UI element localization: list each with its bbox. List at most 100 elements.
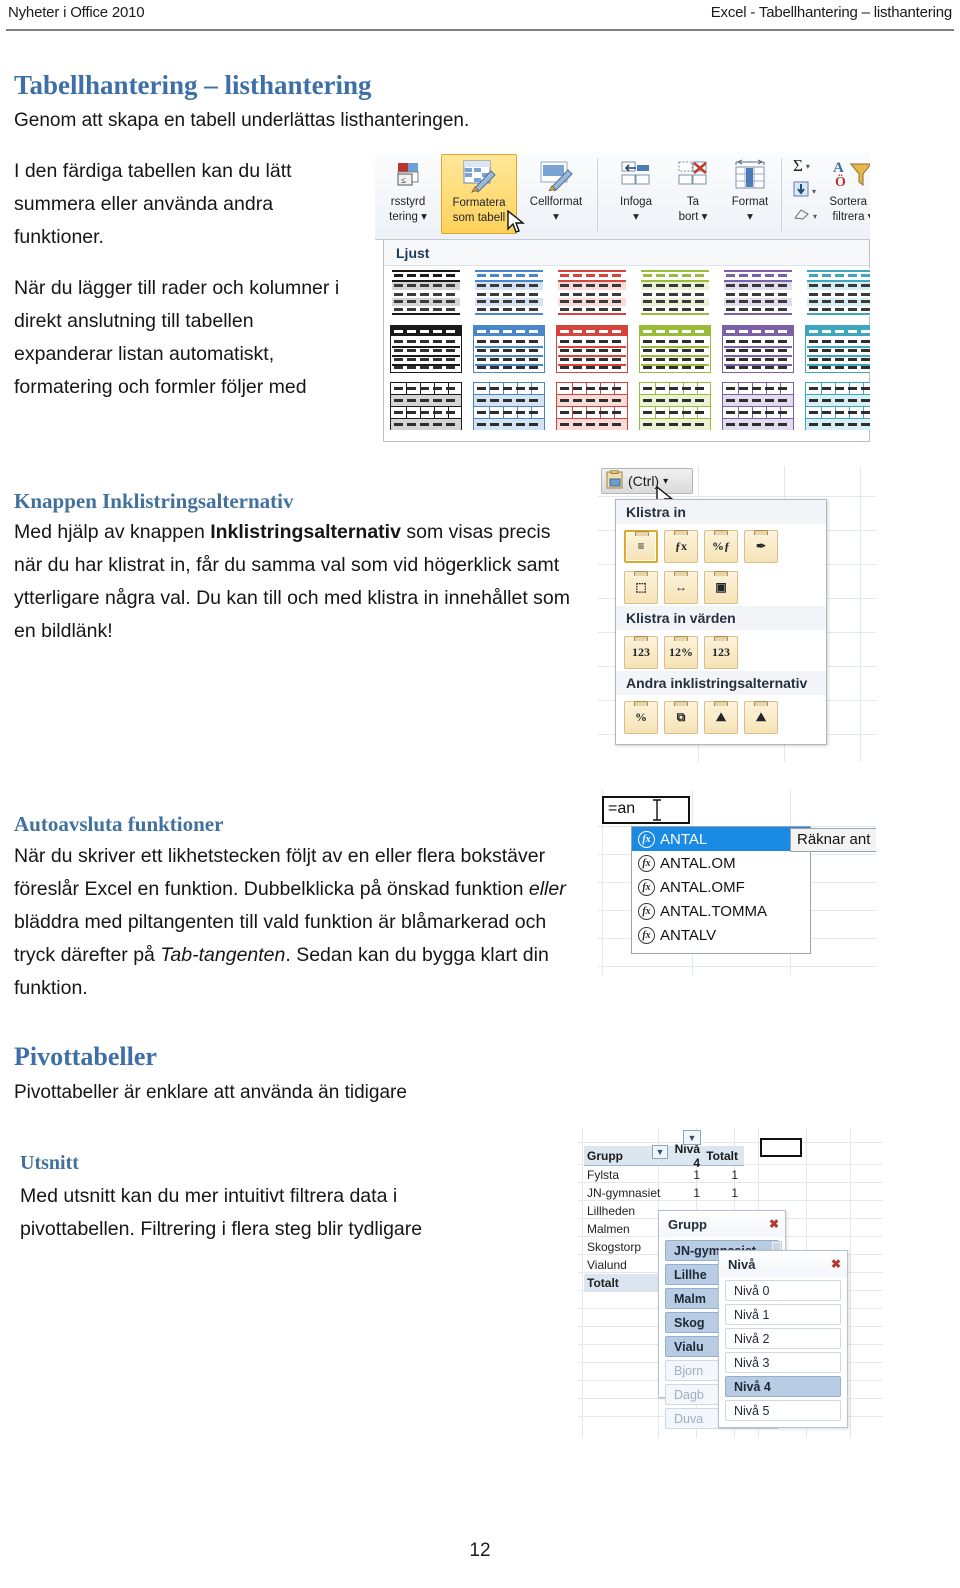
- paste-option-icon[interactable]: %: [624, 701, 658, 734]
- chevron-down-icon[interactable]: ▾: [806, 162, 810, 171]
- pivottable-cell-name: Fylsta: [587, 1168, 620, 1182]
- autocomplete-function-list[interactable]: fx ANTAL fx ANTAL.OM fx ANTAL.OMF fx ANTAL.TOMM…: [631, 826, 811, 954]
- ribbon-button-format[interactable]: Format ▾: [719, 154, 781, 223]
- slicer-item[interactable]: Nivå 4: [725, 1376, 841, 1397]
- chevron-down-icon[interactable]: ▾: [813, 212, 817, 221]
- table-style-thumbnail[interactable]: [639, 268, 711, 316]
- table-style-thumbnail[interactable]: [805, 268, 870, 316]
- table-style-thumbnail[interactable]: [556, 382, 628, 430]
- table-style-thumbnail[interactable]: [722, 382, 794, 430]
- paragraph-autoavsluta: När du skriver ett likhetstecken följt a…: [14, 840, 584, 1005]
- ribbon-button-formatera-som-tabell[interactable]: Formatera som tabell: [441, 154, 517, 234]
- ribbon-button-autosumma[interactable]: Σ ▾: [789, 154, 810, 178]
- ribbon-button-ta-bort[interactable]: Ta bort ▾: [667, 154, 719, 223]
- table-style-thumbnail[interactable]: [556, 268, 628, 316]
- paste-options-label: (Ctrl): [628, 473, 660, 489]
- ribbon-button-villkorsstyrd-formatering[interactable]: ≤ rsstyrd tering ▾: [377, 154, 439, 223]
- clipboard-icon: [606, 469, 624, 492]
- clipboard-clip-icon: [674, 571, 688, 576]
- clipboard-clip-icon: [674, 701, 688, 706]
- paste-options-button[interactable]: (Ctrl) ▾: [601, 468, 693, 494]
- table-style-thumbnail[interactable]: [390, 325, 462, 373]
- paste-option-icon[interactable]: ƒx: [664, 530, 698, 563]
- table-styles-gallery[interactable]: Ljust: [383, 240, 870, 442]
- table-style-thumbnail[interactable]: [805, 325, 870, 373]
- paragraph-rader-kolumner: När du lägger till rader och kolumner i …: [14, 277, 340, 398]
- table-style-thumbnail[interactable]: [639, 325, 711, 373]
- heading-knappen-inklistringsalternativ: Knappen Inklistringsalternativ: [14, 489, 294, 513]
- paste-options-dropdown[interactable]: Klistra in ≡ ƒx %ƒ ✒ ⬚ ↔ ▣ Klistra in värden 123 1…: [615, 499, 827, 745]
- autocomplete-item[interactable]: fx ANTAL.TOMMA: [632, 899, 810, 923]
- gallery-row: [390, 268, 870, 316]
- clear-filter-icon[interactable]: ✖: [831, 1257, 841, 1271]
- paste-option-glyph: ↔: [675, 580, 687, 594]
- autocomplete-item[interactable]: fx ANTAL: [632, 827, 810, 851]
- paste-group-title: Klistra in värden: [616, 606, 826, 630]
- formula-cell-input[interactable]: =an: [602, 796, 690, 824]
- svg-text:≤: ≤: [401, 175, 406, 185]
- table-style-thumbnail[interactable]: [473, 268, 545, 316]
- paste-option-icon[interactable]: %ƒ: [704, 530, 738, 563]
- text-ibeam-cursor-icon: [653, 799, 661, 821]
- autocomplete-item[interactable]: fx ANTAL.OMF: [632, 875, 810, 899]
- table-style-thumbnail[interactable]: [805, 382, 870, 430]
- slicer-item[interactable]: Nivå 0: [725, 1280, 841, 1301]
- paste-option-icon[interactable]: ⧉: [664, 701, 698, 734]
- autocomplete-item-label: ANTALV: [660, 926, 717, 944]
- cell-styles-icon: [521, 156, 591, 194]
- paste-icon-row: ⬚ ↔ ▣: [616, 565, 826, 606]
- paste-option-icon[interactable]: ⬚: [624, 571, 658, 604]
- slicer-niva[interactable]: Nivå ✖ Nivå 0 Nivå 1 Nivå 2 Nivå 3 Nivå 4 Niv…: [718, 1250, 848, 1428]
- slicer-item[interactable]: Nivå 3: [725, 1352, 841, 1373]
- ribbon-button-sortera-och-filtrera[interactable]: A Ö Sortera o filtrera ▾: [823, 154, 870, 223]
- paste-option-icon[interactable]: ⛰: [704, 701, 738, 734]
- clipboard-clip-icon: [634, 571, 648, 576]
- chevron-down-icon[interactable]: ▾: [812, 187, 816, 196]
- selected-cell[interactable]: [760, 1138, 802, 1157]
- gallery-thumbnail-grid[interactable]: [390, 268, 870, 439]
- svg-text:A: A: [833, 160, 844, 176]
- paste-option-icon[interactable]: 123: [704, 636, 738, 669]
- row-filter-button[interactable]: ▼: [652, 1145, 668, 1159]
- screenshot-ribbon-formatera-som-tabell: ≤ rsstyrd tering ▾ Formatera som tabell …: [375, 152, 870, 442]
- chevron-down-icon[interactable]: ▾: [663, 476, 668, 487]
- clipboard-clip-icon: [714, 571, 728, 576]
- autocomplete-item-label: ANTAL.TOMMA: [660, 902, 767, 920]
- ribbon-button-rensa[interactable]: ▾: [789, 204, 817, 228]
- ribbon-button-infoga[interactable]: Infoga ▾: [605, 154, 667, 223]
- pivottable-header-row: Grupp Nivå 4 Totalt ▼: [584, 1142, 744, 1170]
- ribbon-button-cellformat[interactable]: Cellformat ▾: [521, 154, 591, 223]
- slicer-item[interactable]: Nivå 1: [725, 1304, 841, 1325]
- table-style-thumbnail[interactable]: [473, 325, 545, 373]
- paragraph-inklistring-part1: Med hjälp av knappen: [14, 521, 211, 543]
- autocomplete-item[interactable]: fx ANTALV: [632, 923, 810, 947]
- column-filter-button[interactable]: ▼: [683, 1130, 701, 1145]
- table-style-thumbnail[interactable]: [473, 382, 545, 430]
- slicer-item[interactable]: Nivå 5: [725, 1400, 841, 1421]
- paste-option-icon[interactable]: ↔: [664, 571, 698, 604]
- table-style-thumbnail[interactable]: [722, 325, 794, 373]
- paste-option-icon[interactable]: ≡: [624, 530, 658, 563]
- table-style-thumbnail[interactable]: [639, 382, 711, 430]
- slicer-item-list[interactable]: Nivå 0 Nivå 1 Nivå 2 Nivå 3 Nivå 4 Nivå 5: [719, 1280, 847, 1421]
- table-style-thumbnail[interactable]: [722, 268, 794, 316]
- clear-filter-icon[interactable]: ✖: [769, 1217, 779, 1231]
- table-style-thumbnail[interactable]: [390, 268, 462, 316]
- table-style-thumbnail[interactable]: [556, 325, 628, 373]
- autocomplete-item[interactable]: fx ANTAL.OM: [632, 851, 810, 875]
- paragraph-inklistring: Med hjälp av knappen Inklistringsalterna…: [14, 516, 584, 648]
- paste-option-glyph: ƒx: [675, 539, 687, 553]
- table-style-thumbnail[interactable]: [390, 382, 462, 430]
- ribbon-separator: [781, 158, 782, 232]
- paste-option-icon[interactable]: ⛰: [744, 701, 778, 734]
- ribbon-button-fyll[interactable]: ▾: [789, 179, 816, 203]
- function-fx-icon: fx: [638, 878, 655, 896]
- paste-option-icon[interactable]: 12%: [664, 636, 698, 669]
- format-as-table-icon: [442, 157, 516, 195]
- autocomplete-item-label: ANTAL: [660, 830, 708, 848]
- paste-option-icon[interactable]: ▣: [704, 571, 738, 604]
- paste-option-icon[interactable]: 123: [624, 636, 658, 669]
- pivottable-cell-value: 1: [693, 1168, 700, 1182]
- slicer-item[interactable]: Nivå 2: [725, 1328, 841, 1349]
- paste-option-icon[interactable]: ✒: [744, 530, 778, 563]
